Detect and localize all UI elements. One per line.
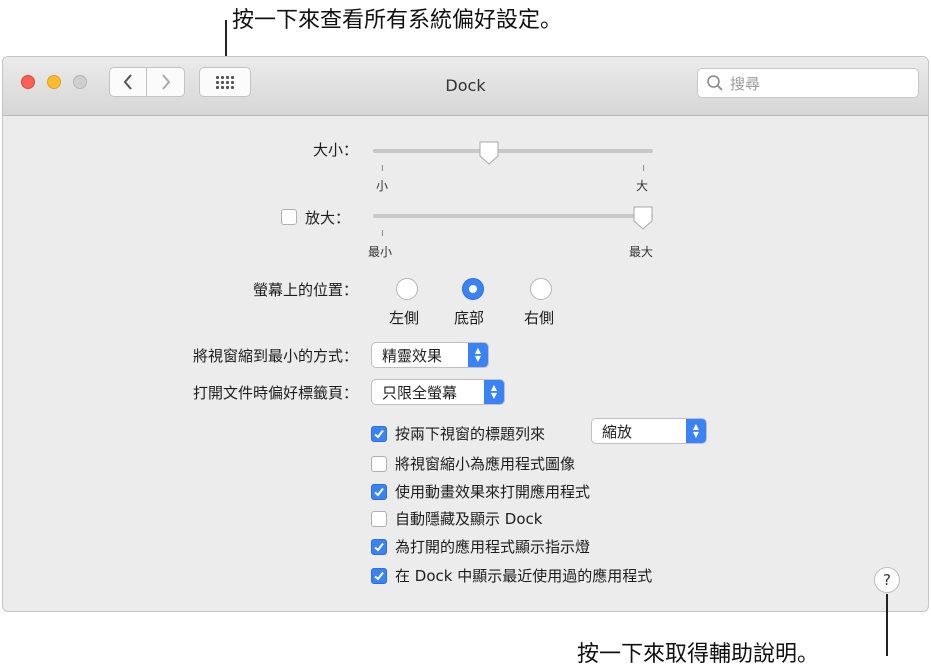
size-tick-min bbox=[382, 165, 383, 171]
double-click-label: 按兩下視窗的標題列來 bbox=[395, 425, 546, 443]
callout-leader-bottom bbox=[886, 594, 888, 656]
size-label: 大小： bbox=[312, 141, 358, 159]
chevron-left-icon bbox=[123, 74, 132, 90]
position-label: 螢幕上的位置： bbox=[252, 281, 358, 299]
popup-arrows-icon: ▲ ▼ bbox=[468, 343, 488, 367]
size-tick-max bbox=[643, 165, 644, 171]
popup-arrows-icon: ▲ ▼ bbox=[686, 419, 706, 443]
popup-arrows-icon: ▲ ▼ bbox=[484, 380, 504, 404]
checkmark-icon bbox=[374, 571, 384, 580]
zoom-button[interactable] bbox=[73, 75, 87, 89]
checkbox-animate-opening[interactable]: 使用動畫效果來打開應用程式 bbox=[371, 481, 590, 502]
show-all-button[interactable] bbox=[199, 67, 251, 97]
position-left-label: 左側 bbox=[389, 309, 420, 327]
magnification-label: 放大： bbox=[305, 209, 351, 227]
minimize-effect-label: 將視窗縮到最小的方式： bbox=[192, 347, 358, 365]
position-right-radio[interactable] bbox=[530, 278, 552, 300]
checkbox-label: 使用動畫效果來打開應用程式 bbox=[395, 483, 591, 501]
prefer-tabs-popup[interactable]: 只限全螢幕 ▲ ▼ bbox=[371, 379, 505, 405]
prefer-tabs-value: 只限全螢幕 bbox=[382, 383, 458, 402]
double-click-value: 縮放 bbox=[602, 422, 633, 441]
checkbox[interactable] bbox=[371, 567, 387, 584]
size-slider-knob[interactable] bbox=[479, 141, 499, 165]
minimize-effect-value: 精靈效果 bbox=[382, 346, 443, 365]
double-click-checkbox[interactable] bbox=[371, 425, 387, 442]
callout-show-all: 按一下來查看所有系統偏好設定。 bbox=[232, 8, 563, 33]
magnifier-icon bbox=[707, 75, 723, 91]
checkbox-label: 將視窗縮小為應用程式圖像 bbox=[395, 455, 576, 473]
checkbox-minimize-into-icon[interactable]: 將視窗縮小為應用程式圖像 bbox=[371, 453, 575, 474]
prefer-tabs-label: 打開文件時偏好標籤頁： bbox=[192, 384, 358, 402]
help-button[interactable]: ? bbox=[874, 567, 900, 593]
checkbox-label: 為打開的應用程式顯示指示燈 bbox=[395, 538, 591, 556]
checkbox-label: 在 Dock 中顯示最近使用過的應用程式 bbox=[395, 567, 653, 585]
size-slider-track[interactable] bbox=[373, 149, 653, 153]
position-right-label: 右側 bbox=[524, 309, 555, 327]
checkbox[interactable] bbox=[371, 455, 387, 472]
checkbox-autohide[interactable]: 自動隱藏及顯示 Dock bbox=[371, 508, 542, 529]
magnification-min-label: 最小 bbox=[368, 245, 393, 259]
checkbox-label: 自動隱藏及顯示 Dock bbox=[395, 510, 543, 528]
double-click-popup[interactable]: 縮放 ▲ ▼ bbox=[591, 418, 707, 444]
forward-button[interactable] bbox=[147, 67, 185, 97]
position-bottom-radio[interactable] bbox=[462, 278, 484, 300]
checkbox-show-recent-apps[interactable]: 在 Dock 中顯示最近使用過的應用程式 bbox=[371, 565, 652, 586]
size-max-label: 大 bbox=[636, 179, 649, 193]
close-button[interactable] bbox=[21, 75, 35, 89]
checkbox[interactable] bbox=[371, 538, 387, 555]
minimize-button[interactable] bbox=[47, 75, 61, 89]
magnification-slider-track[interactable] bbox=[373, 214, 653, 218]
position-bottom-label: 底部 bbox=[454, 309, 485, 327]
checkbox-show-indicators[interactable]: 為打開的應用程式顯示指示燈 bbox=[371, 536, 590, 557]
grid-icon bbox=[216, 75, 234, 89]
search-field[interactable]: 搜尋 bbox=[697, 68, 919, 98]
title-bar: Dock 搜尋 bbox=[3, 57, 928, 116]
checkbox[interactable] bbox=[371, 510, 387, 527]
back-button[interactable] bbox=[109, 67, 147, 97]
chevron-right-icon bbox=[161, 74, 170, 90]
checkmark-icon bbox=[374, 429, 384, 438]
magnification-max-label: 最大 bbox=[629, 245, 654, 259]
minimize-effect-popup[interactable]: 精靈效果 ▲ ▼ bbox=[371, 342, 489, 368]
magnification-tick-min bbox=[382, 230, 383, 236]
size-min-label: 小 bbox=[376, 179, 389, 193]
callout-help: 按一下來取得輔助說明。 bbox=[577, 642, 820, 667]
search-placeholder: 搜尋 bbox=[730, 74, 761, 93]
checkbox[interactable] bbox=[371, 483, 387, 500]
magnification-slider-knob[interactable] bbox=[633, 206, 653, 230]
position-left-radio[interactable] bbox=[396, 278, 418, 300]
checkmark-icon bbox=[374, 487, 384, 496]
double-click-row[interactable]: 按兩下視窗的標題列來 bbox=[371, 423, 545, 444]
checkmark-icon bbox=[374, 542, 384, 551]
preferences-window: Dock 搜尋 大小： 小 大 放大： 最小 最大 螢幕上的位置： 左側 底部 … bbox=[2, 56, 929, 612]
magnification-checkbox[interactable] bbox=[281, 209, 297, 225]
